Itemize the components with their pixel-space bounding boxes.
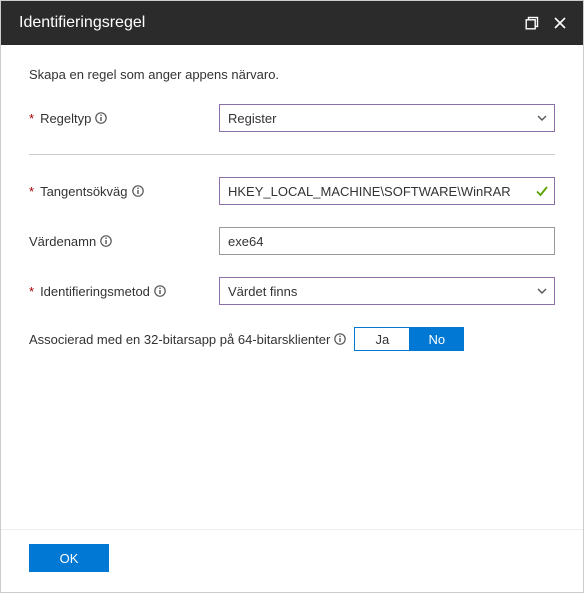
row-detection-method: * Identifieringsmetod Värdet finns	[29, 277, 555, 305]
chevron-down-icon	[536, 112, 548, 124]
detection-method-label-text: Identifieringsmetod	[40, 284, 150, 299]
valid-check-icon	[535, 184, 549, 198]
key-path-input[interactable]	[219, 177, 555, 205]
label-detection-method: * Identifieringsmetod	[29, 284, 219, 299]
associated-32bit-toggle: Ja No	[354, 327, 464, 351]
detection-method-select[interactable]: Värdet finns	[219, 277, 555, 305]
info-icon[interactable]	[154, 285, 166, 297]
info-icon[interactable]	[100, 235, 112, 247]
info-icon[interactable]	[334, 333, 346, 345]
panel-header: Identifieringsregel	[1, 1, 583, 45]
section-divider	[29, 154, 555, 155]
required-mark: *	[29, 284, 34, 299]
row-key-path: * Tangentsökväg	[29, 177, 555, 205]
rule-type-select[interactable]: Register	[219, 104, 555, 132]
panel-footer: OK	[1, 529, 583, 592]
required-mark: *	[29, 111, 34, 126]
info-icon[interactable]	[95, 112, 107, 124]
header-controls	[521, 12, 571, 34]
restore-icon	[525, 16, 539, 30]
form-description: Skapa en regel som anger appens närvaro.	[29, 67, 555, 82]
toggle-option-yes[interactable]: Ja	[354, 327, 409, 351]
value-name-label-text: Värdenamn	[29, 234, 96, 249]
close-icon	[553, 16, 567, 30]
toggle-option-no[interactable]: No	[409, 327, 464, 351]
key-path-label-text: Tangentsökväg	[40, 184, 127, 199]
value-name-input[interactable]	[219, 227, 555, 255]
label-key-path: * Tangentsökväg	[29, 184, 219, 199]
associated-32bit-label-text: Associerad med en 32-bitarsapp på 64-bit…	[29, 332, 330, 347]
row-rule-type: * Regeltyp Register	[29, 104, 555, 132]
rule-type-label-text: Regeltyp	[40, 111, 91, 126]
panel-content: Skapa en regel som anger appens närvaro.…	[1, 45, 583, 529]
detection-method-value: Värdet finns	[228, 284, 297, 299]
detection-rule-panel: Identifieringsregel Skapa en regel som a…	[0, 0, 584, 593]
ok-button[interactable]: OK	[29, 544, 109, 572]
label-rule-type: * Regeltyp	[29, 111, 219, 126]
panel-title: Identifieringsregel	[19, 14, 145, 32]
required-mark: *	[29, 184, 34, 199]
row-value-name: Värdenamn	[29, 227, 555, 255]
label-associated-32bit: Associerad med en 32-bitarsapp på 64-bit…	[29, 332, 346, 347]
close-button[interactable]	[549, 12, 571, 34]
rule-type-value: Register	[228, 111, 276, 126]
row-associated-32bit: Associerad med en 32-bitarsapp på 64-bit…	[29, 327, 555, 351]
restore-button[interactable]	[521, 12, 543, 34]
label-value-name: Värdenamn	[29, 234, 219, 249]
chevron-down-icon	[536, 285, 548, 297]
info-icon[interactable]	[132, 185, 144, 197]
